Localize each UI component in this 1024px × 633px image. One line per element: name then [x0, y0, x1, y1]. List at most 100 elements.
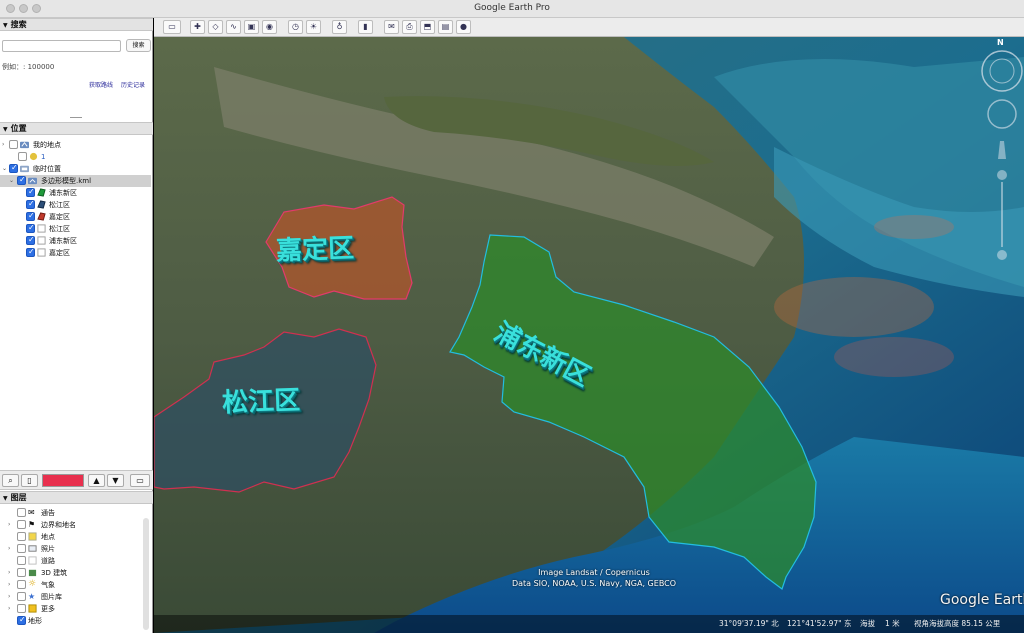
checkbox[interactable]: [17, 544, 26, 553]
add-path-icon[interactable]: ∿: [226, 20, 241, 34]
checkbox[interactable]: [17, 532, 26, 541]
view-in-maps-icon[interactable]: ▤: [438, 20, 453, 34]
jiading-label: 嘉定区: [275, 233, 355, 267]
folder-menu-icon[interactable]: ▭: [130, 474, 150, 487]
record-tour-icon[interactable]: ◉: [262, 20, 277, 34]
main-toolbar: ▭ ✚ ◇ ∿ ▣ ◉ ◷ ☀ ♁ ▮ ✉ ⎙ ⬒ ▤ ●: [154, 18, 1024, 37]
move-down-icon[interactable]: ▼: [107, 474, 124, 487]
latitude-readout: 31°09'37.19" 北: [719, 619, 779, 628]
search-button[interactable]: 搜索: [126, 39, 151, 52]
checkbox[interactable]: [18, 152, 27, 161]
expand-triangle-icon[interactable]: ›: [8, 591, 10, 603]
map-imagery: [154, 37, 1024, 633]
elevation-value: 1 米: [885, 619, 900, 628]
terrain-label: 地形: [28, 617, 42, 625]
checkbox[interactable]: [17, 508, 26, 517]
placemark-icon: [37, 248, 46, 257]
tree-item-songjiang-polygon[interactable]: 松江区: [0, 198, 153, 211]
print-icon[interactable]: ⎙: [402, 20, 417, 34]
side-panel: ▼ 搜索 搜索 例如：: 100000 获取路线 历史记录 ▼ 位置 › 我的地点 …: [0, 18, 153, 633]
checkbox[interactable]: [17, 592, 26, 601]
expand-triangle-icon[interactable]: ›: [8, 567, 10, 579]
tree-item-kml-file[interactable]: ⌄ 多边形模型.kml: [0, 174, 151, 187]
expand-triangle-icon[interactable]: ⌄: [9, 175, 14, 187]
checkbox[interactable]: [17, 568, 26, 577]
checkbox[interactable]: [17, 614, 26, 626]
tree-item-pudong-polygon[interactable]: 浦东新区: [0, 186, 153, 199]
add-polygon-icon[interactable]: ◇: [208, 20, 223, 34]
sunlight-icon[interactable]: ☀: [306, 20, 321, 34]
kml-file-icon: [28, 177, 37, 185]
checkbox[interactable]: [26, 186, 35, 198]
placemark-icon: [37, 224, 46, 233]
earth-view[interactable]: N 嘉定区 松江区 浦东新区 Image Landsat / Copernicu…: [154, 37, 1024, 633]
tree-item-pudong-placemark[interactable]: 浦东新区: [0, 234, 153, 247]
checkbox[interactable]: [17, 174, 26, 186]
expand-triangle-icon[interactable]: ›: [8, 579, 10, 591]
weather-icon: ☼: [28, 579, 37, 589]
checkbox[interactable]: [17, 580, 26, 589]
layers-scrollbar[interactable]: [143, 518, 149, 630]
checkbox[interactable]: [26, 246, 35, 258]
tree-item-folder[interactable]: 1: [0, 151, 153, 163]
checkbox[interactable]: [17, 556, 26, 565]
title-bar: Google Earth Pro: [0, 0, 1024, 18]
earth-gallery-icon[interactable]: ●: [456, 20, 471, 34]
panel-toggle-icon[interactable]: ▯: [21, 474, 38, 487]
tree-item-jiading-placemark[interactable]: 嘉定区: [0, 246, 153, 259]
layer-weather[interactable]: › ☼ 气象: [0, 579, 140, 591]
expand-triangle-icon[interactable]: ›: [8, 543, 10, 555]
search-section-header[interactable]: ▼ 搜索: [0, 18, 153, 31]
places-toolstrip: ⌕ ▯ ▲ ▼ ▭: [0, 470, 153, 490]
search-input[interactable]: [2, 40, 121, 52]
tree-item-my-places[interactable]: › 我的地点: [0, 139, 153, 151]
historical-imagery-icon[interactable]: ◷: [288, 20, 303, 34]
checkbox[interactable]: [9, 140, 18, 149]
layer-places[interactable]: 地点: [0, 531, 140, 543]
ruler-icon[interactable]: ▮: [358, 20, 373, 34]
sidebar-toggle-icon[interactable]: ▭: [163, 20, 181, 34]
checkbox[interactable]: [26, 210, 35, 222]
email-icon[interactable]: ✉: [384, 20, 399, 34]
layer-gallery[interactable]: › ★ 图片库: [0, 591, 140, 603]
checkbox[interactable]: [26, 234, 35, 246]
layer-roads[interactable]: 道路: [0, 555, 140, 567]
layer-photos[interactable]: › 照片: [0, 543, 140, 555]
save-image-icon[interactable]: ⬒: [420, 20, 435, 34]
expand-triangle-icon[interactable]: ›: [2, 139, 4, 151]
checkbox[interactable]: [9, 162, 18, 174]
add-overlay-icon[interactable]: ▣: [244, 20, 259, 34]
layer-terrain[interactable]: 地形: [0, 614, 140, 627]
expand-triangle-icon[interactable]: ›: [8, 519, 10, 531]
add-placemark-icon[interactable]: ✚: [190, 20, 205, 34]
search-icon[interactable]: ⌕: [2, 474, 19, 487]
polygon-icon: [37, 188, 46, 197]
window-title: Google Earth Pro: [474, 3, 550, 13]
tree-item-songjiang-placemark[interactable]: 松江区: [0, 222, 153, 235]
selected-color-swatch[interactable]: [42, 474, 84, 487]
folder-icon: [29, 152, 38, 161]
places-section-header[interactable]: ▼ 位置: [0, 122, 153, 135]
status-bar: 31°09'37.19" 北 121°41'52.97" 东 海拔 1 米 视角…: [154, 615, 1024, 633]
polygon-icon: [37, 212, 46, 221]
expand-triangle-icon[interactable]: ⌄: [2, 163, 7, 175]
history-link[interactable]: 历史记录: [121, 80, 145, 89]
layer-notices[interactable]: ✉ 通告: [0, 507, 140, 519]
get-directions-link[interactable]: 获取路线: [89, 80, 113, 89]
move-up-icon[interactable]: ▲: [88, 474, 105, 487]
photo-icon: [28, 545, 37, 552]
checkbox[interactable]: [17, 604, 26, 613]
collapse-triangle-icon: ▼: [3, 22, 8, 29]
layer-3d-buildings[interactable]: › 3D 建筑: [0, 567, 140, 579]
panel-divider-handle[interactable]: [70, 117, 82, 121]
checkbox[interactable]: [17, 520, 26, 529]
switch-planet-icon[interactable]: ♁: [332, 20, 347, 34]
layers-section-header[interactable]: ▼ 图层: [0, 491, 153, 504]
expand-triangle-icon[interactable]: ›: [8, 603, 10, 615]
layer-borders-labels[interactable]: › ⚑ 边界和地名: [0, 519, 140, 531]
tree-item-jiading-polygon[interactable]: 嘉定区: [0, 210, 153, 223]
compass-north-label[interactable]: N: [997, 38, 1004, 47]
checkbox[interactable]: [26, 222, 35, 234]
placemark-icon: [37, 236, 46, 245]
checkbox[interactable]: [26, 198, 35, 210]
